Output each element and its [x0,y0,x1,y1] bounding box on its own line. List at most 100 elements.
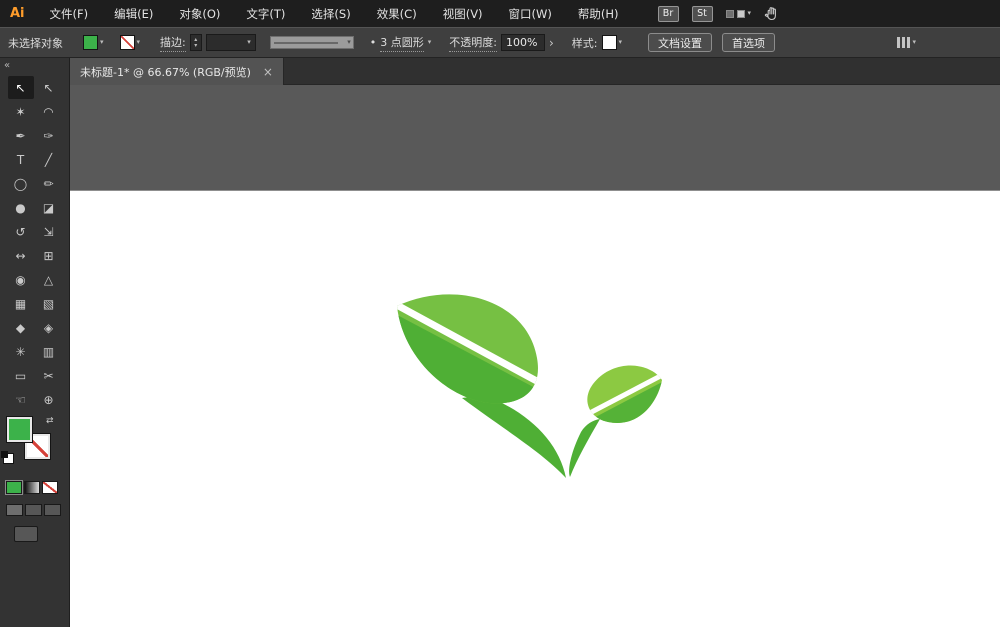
hand-cursor-icon[interactable] [764,6,780,22]
stroke-color-control[interactable] [120,35,141,50]
document-tab[interactable]: 未标题-1* @ 66.67% (RGB/预览) × [70,58,284,85]
opacity-popout-arrow[interactable]: › [549,36,554,50]
width-profile-combo[interactable] [270,36,354,49]
style-chevron-icon[interactable] [619,39,623,46]
stroke-chevron-down-icon[interactable] [137,39,141,46]
menu-object[interactable]: 对象(O) [166,6,233,22]
tools-panel: « ↖↖✶◠✒✑T╱◯✏●◪↺⇲↔⊞◉△▦▧◆◈✳▥▭✂☜⊕ ⇄ [0,58,70,627]
lasso-tool[interactable]: ◠ [36,100,62,123]
draw-mode-row [0,504,69,516]
line-segment-tool[interactable]: ╱ [36,148,62,171]
gradient-tool[interactable]: ▧ [36,292,62,315]
free-transform-tool[interactable]: ⊞ [36,244,62,267]
align-bars-icon [897,37,910,48]
color-mode-button[interactable] [6,481,22,494]
menu-edit[interactable]: 编辑(E) [101,6,166,22]
shape-builder-tool[interactable]: ◉ [8,268,34,291]
draw-behind-button[interactable] [25,504,42,516]
bridge-button[interactable]: Br [658,6,679,22]
default-swatches-icon[interactable] [3,453,14,464]
artboard-tool[interactable]: ▭ [8,364,34,387]
draw-inside-button[interactable] [44,504,61,516]
swap-fill-stroke-icon[interactable]: ⇄ [46,416,54,426]
stroke-swatch[interactable] [120,35,135,50]
document-setup-button[interactable]: 文档设置 [648,33,712,52]
none-mode-button[interactable] [42,481,58,494]
gradient-mode-button[interactable] [24,481,40,494]
fill-swatch[interactable] [83,35,98,50]
opacity-value: 100% [506,36,537,49]
menu-file[interactable]: 文件(F) [37,6,102,22]
opacity-label[interactable]: 不透明度: [449,34,497,52]
profile-chevron-icon [347,39,351,46]
direct-selection-tool[interactable]: ↖ [36,76,62,99]
workspace: « ↖↖✶◠✒✑T╱◯✏●◪↺⇲↔⊞◉△▦▧◆◈✳▥▭✂☜⊕ ⇄ [0,58,1000,627]
workspace-switcher-icon[interactable] [726,10,752,18]
stroke-weight-label[interactable]: 描边: [160,34,186,52]
document-area: 未标题-1* @ 66.67% (RGB/预览) × [70,58,1000,627]
workspace-square-dark-icon [726,10,734,18]
leaf-logo[interactable] [70,85,1000,627]
document-tab-bar: 未标题-1* @ 66.67% (RGB/预览) × [70,58,1000,85]
eraser-tool[interactable]: ◪ [36,196,62,219]
blob-brush-tool[interactable]: ● [8,196,34,219]
menu-effect[interactable]: 效果(C) [364,6,430,22]
style-swatch-control[interactable] [602,35,623,50]
pencil-tool[interactable]: ✏ [36,172,62,195]
blend-tool[interactable]: ◈ [36,316,62,339]
ellipse-tool[interactable]: ◯ [8,172,34,195]
st-button[interactable]: St [692,6,713,22]
paintbrush-tool[interactable]: ✑ [36,124,62,147]
slice-tool[interactable]: ✂ [36,364,62,387]
menu-bar-right: Br St [658,6,781,22]
eyedropper-tool[interactable]: ◆ [8,316,34,339]
style-swatch[interactable] [602,35,617,50]
chevron-down-icon [748,10,752,17]
panel-collapse-icon[interactable]: « [0,58,69,74]
stroke-weight-chevron-icon [247,39,251,46]
menu-bar: Ai 文件(F)编辑(E)对象(O)文字(T)选择(S)效果(C)视图(V)窗口… [0,0,1000,27]
brush-name-label[interactable]: 3 点圆形 [380,34,424,52]
canvas-area[interactable] [70,85,1000,627]
opacity-input[interactable]: 100% [501,34,545,51]
brush-definition-combo[interactable]: • 3 点圆形 [370,34,432,52]
menu-select[interactable]: 选择(S) [298,6,363,22]
fill-chevron-down-icon[interactable] [100,39,104,46]
tools-grid: ↖↖✶◠✒✑T╱◯✏●◪↺⇲↔⊞◉△▦▧◆◈✳▥▭✂☜⊕ [0,76,69,411]
width-tool[interactable]: ↔ [8,244,34,267]
menu-window[interactable]: 窗口(W) [496,6,565,22]
pen-tool[interactable]: ✒ [8,124,34,147]
mesh-tool[interactable]: ▦ [8,292,34,315]
perspective-grid-tool[interactable]: △ [36,268,62,291]
type-tool[interactable]: T [8,148,34,171]
magic-wand-tool[interactable]: ✶ [8,100,34,123]
width-profile-preview [274,42,338,44]
menu-view[interactable]: 视图(V) [430,6,496,22]
symbol-sprayer-tool[interactable]: ✳ [8,340,34,363]
workspace-square-light-icon [737,10,745,18]
stroke-weight-combo[interactable] [206,34,256,51]
column-graph-tool[interactable]: ▥ [36,340,62,363]
menu-items: 文件(F)编辑(E)对象(O)文字(T)选择(S)效果(C)视图(V)窗口(W)… [37,6,632,22]
color-mode-row [0,481,69,494]
selection-tool[interactable]: ↖ [8,76,34,99]
arrange-chevron-icon [912,39,916,46]
hand-tool[interactable]: ☜ [8,388,34,411]
stroke-weight-stepper[interactable] [190,34,202,51]
preferences-button[interactable]: 首选项 [722,33,775,52]
zoom-tool[interactable]: ⊕ [36,388,62,411]
fill-color-control[interactable] [83,35,104,50]
style-label: 样式: [572,35,598,51]
arrange-control[interactable] [897,37,916,48]
menu-type[interactable]: 文字(T) [233,6,298,22]
fill-stroke-widget: ⇄ [0,415,69,473]
brush-chevron-icon[interactable] [428,39,432,46]
rotate-tool[interactable]: ↺ [8,220,34,243]
toolbar-fill-swatch[interactable] [7,417,32,442]
tab-close-icon[interactable]: × [263,65,273,79]
menu-help[interactable]: 帮助(H) [565,6,632,22]
scale-tool[interactable]: ⇲ [36,220,62,243]
draw-normal-button[interactable] [6,504,23,516]
selection-status: 未选择对象 [8,35,63,51]
screen-mode-button[interactable] [14,526,38,542]
